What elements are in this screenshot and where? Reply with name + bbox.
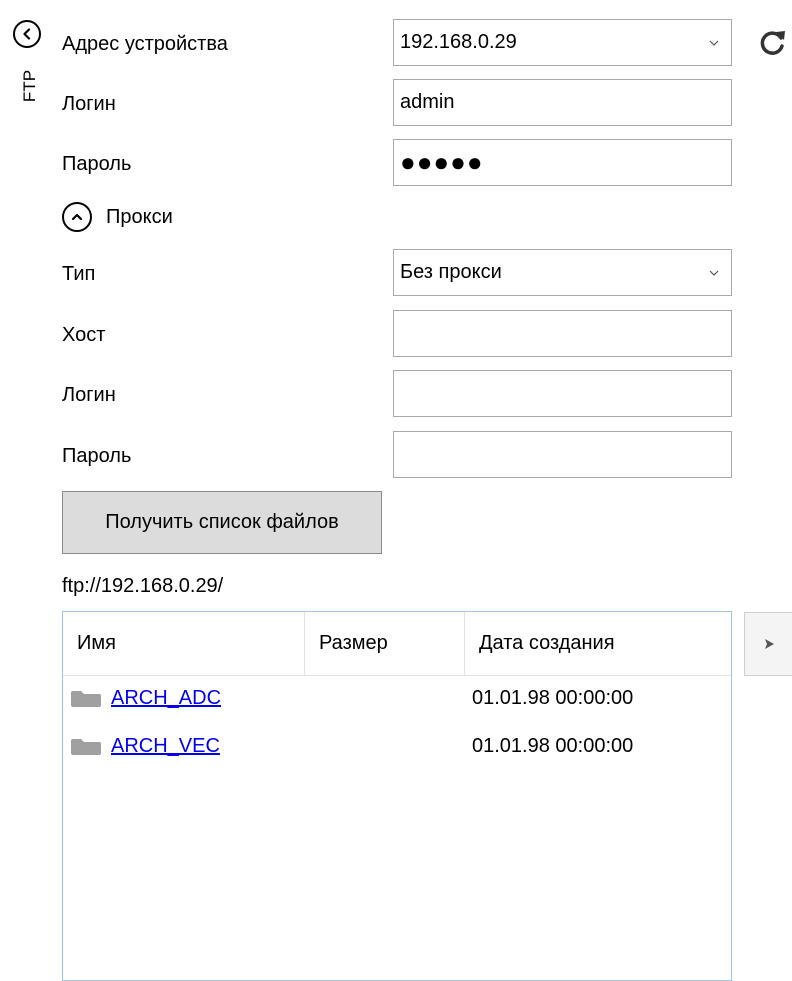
- address-combobox[interactable]: 192.168.0.29: [393, 19, 732, 66]
- address-value: 192.168.0.29: [400, 31, 517, 53]
- proxy-toggle-label: Прокси: [106, 205, 173, 228]
- refresh-button[interactable]: [755, 25, 789, 59]
- column-header-size[interactable]: Размер: [305, 612, 465, 675]
- chevron-up-icon: [62, 202, 92, 232]
- file-name-link[interactable]: ARCH_ADC: [111, 678, 221, 718]
- ftp-vertical-label: FTP: [20, 69, 39, 103]
- file-list-grid[interactable]: Имя Размер Дата создания ARCH_ADC 01.01.…: [62, 611, 732, 981]
- file-date: 01.01.98 00:00:00: [472, 735, 634, 757]
- password-label: Пароль: [62, 153, 132, 175]
- proxy-login-label: Логин: [62, 384, 116, 406]
- proxy-type-value: Без прокси: [400, 261, 502, 283]
- password-mask: ●●●●●: [400, 147, 484, 177]
- column-header-name[interactable]: Имя: [63, 612, 304, 675]
- login-label: Логин: [62, 93, 116, 115]
- get-file-list-button[interactable]: Получить список файлов: [62, 491, 382, 554]
- chevron-down-icon: [709, 20, 719, 65]
- arrow-right-icon: [764, 639, 774, 649]
- proxy-host-input[interactable]: [393, 310, 732, 357]
- proxy-type-label: Тип: [62, 263, 96, 285]
- proxy-password-label: Пароль: [62, 445, 132, 467]
- open-folder-button[interactable]: [744, 612, 792, 676]
- password-input[interactable]: ●●●●●: [393, 139, 732, 186]
- address-label: Адрес устройства: [62, 33, 228, 55]
- login-input[interactable]: admin: [393, 79, 732, 126]
- proxy-type-combobox[interactable]: Без прокси: [393, 249, 732, 296]
- column-header-date[interactable]: Дата создания: [465, 612, 731, 675]
- login-value: admin: [400, 91, 455, 113]
- back-button[interactable]: [13, 20, 41, 48]
- folder-icon: [71, 690, 101, 713]
- proxy-host-label: Хост: [62, 324, 106, 346]
- proxy-toggle[interactable]: Прокси: [62, 202, 173, 232]
- folder-icon: [71, 738, 101, 761]
- refresh-icon: [760, 31, 785, 55]
- chevron-left-icon: [23, 28, 31, 40]
- chevron-down-icon: [709, 250, 719, 295]
- file-name-link[interactable]: ARCH_VEC: [111, 726, 220, 766]
- file-row[interactable]: ARCH_ADC 01.01.98 00:00:00: [63, 678, 731, 718]
- proxy-password-input[interactable]: [393, 431, 732, 478]
- grid-header: Имя Размер Дата создания: [63, 612, 731, 676]
- proxy-login-input[interactable]: [393, 370, 732, 417]
- file-date: 01.01.98 00:00:00: [472, 687, 634, 709]
- file-row[interactable]: ARCH_VEC 01.01.98 00:00:00: [63, 726, 731, 766]
- get-file-list-label: Получить список файлов: [105, 511, 339, 533]
- current-path: ftp://192.168.0.29/: [62, 575, 224, 597]
